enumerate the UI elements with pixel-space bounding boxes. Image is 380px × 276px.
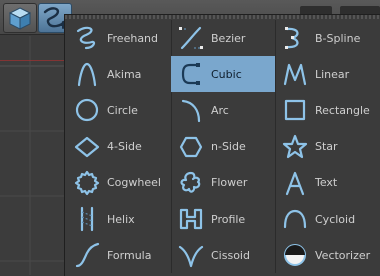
circle-icon xyxy=(71,95,103,125)
menu-item-flower[interactable]: Flower xyxy=(171,165,275,201)
menu-item-arc[interactable]: Arc xyxy=(171,92,275,128)
linear-icon xyxy=(279,59,311,89)
menu-item-cycloid[interactable]: Cycloid xyxy=(275,201,379,237)
menu-item-label: Circle xyxy=(107,103,138,117)
menu-drag-handle[interactable] xyxy=(65,15,380,19)
menu-item-bezier[interactable]: Bezier xyxy=(171,20,275,56)
menu-item-label: Cissoid xyxy=(211,248,250,262)
menu-column-2: Bezier Cubic Arc n-Side Flower Profile C… xyxy=(171,20,276,274)
cogwheel-icon xyxy=(71,168,103,198)
menu-item-star[interactable]: Star xyxy=(275,129,379,165)
bezier-icon xyxy=(175,23,207,53)
menu-item-label: B-Spline xyxy=(315,31,361,45)
menu-item-label: Profile xyxy=(211,212,246,226)
helix-icon xyxy=(71,204,103,234)
menu-item-label: Formula xyxy=(107,248,152,262)
menu-item-label: Star xyxy=(315,140,338,154)
cubic-icon xyxy=(175,59,207,89)
menu-item-linear[interactable]: Linear xyxy=(275,56,379,92)
menu-item-label: Helix xyxy=(107,212,135,226)
cycloid-icon xyxy=(279,204,311,234)
menu-item-label: Cubic xyxy=(211,67,242,81)
profile-icon xyxy=(175,204,207,234)
menu-item-b-spline[interactable]: B-Spline xyxy=(275,20,379,56)
menu-item-circle[interactable]: Circle xyxy=(67,92,171,128)
menu-item-akima[interactable]: Akima xyxy=(67,56,171,92)
flower-icon xyxy=(175,168,207,198)
menu-item-freehand[interactable]: Freehand xyxy=(67,20,171,56)
menu-item-rectangle[interactable]: Rectangle xyxy=(275,92,379,128)
menu-item-cogwheel[interactable]: Cogwheel xyxy=(67,165,171,201)
arc-icon xyxy=(175,95,207,125)
menu-item-helix[interactable]: Helix xyxy=(67,201,171,237)
menu-column-1: Freehand Akima Circle 4-Side Cogwheel He… xyxy=(67,20,172,274)
menu-item-label: Rectangle xyxy=(315,103,370,117)
n-side-icon xyxy=(175,132,207,162)
b-spline-icon xyxy=(279,23,311,53)
cube-tool-button[interactable] xyxy=(3,3,37,33)
menu-item-label: n-Side xyxy=(211,140,246,154)
vectorizer-icon xyxy=(279,240,311,270)
text-icon xyxy=(279,168,311,198)
menu-item-profile[interactable]: Profile xyxy=(171,201,275,237)
menu-item-label: Vectorizer xyxy=(315,248,371,262)
menu-item-label: Bezier xyxy=(211,31,246,45)
menu-item-formula[interactable]: Formula xyxy=(67,237,171,273)
viewport-axis-line xyxy=(0,60,66,61)
formula-icon xyxy=(71,240,103,270)
cissoid-icon xyxy=(175,240,207,270)
spline-palette-menu: Freehand Akima Circle 4-Side Cogwheel He… xyxy=(64,14,380,276)
menu-item-label: Cycloid xyxy=(315,212,356,226)
menu-item-label: Linear xyxy=(315,67,350,81)
akima-icon xyxy=(71,59,103,89)
menu-item-label: Freehand xyxy=(107,31,159,45)
four-side-icon xyxy=(71,132,103,162)
rectangle-icon xyxy=(279,95,311,125)
menu-item-text[interactable]: Text xyxy=(275,165,379,201)
menu-item-vectorizer[interactable]: Vectorizer xyxy=(275,237,379,273)
freehand-icon xyxy=(71,23,103,53)
menu-item-4-side[interactable]: 4-Side xyxy=(67,129,171,165)
menu-item-label: Text xyxy=(315,176,338,190)
menu-item-cissoid[interactable]: Cissoid xyxy=(171,237,275,273)
menu-item-label: Flower xyxy=(211,176,248,190)
menu-item-label: Akima xyxy=(107,67,142,81)
viewport-grid xyxy=(0,36,66,275)
menu-item-label: Arc xyxy=(211,103,229,117)
menu-item-label: Cogwheel xyxy=(107,176,161,190)
star-icon xyxy=(279,132,311,162)
menu-item-label: 4-Side xyxy=(107,140,142,154)
menu-column-3: B-Spline Linear Rectangle Star Text Cycl… xyxy=(275,20,379,273)
menu-item-n-side[interactable]: n-Side xyxy=(171,129,275,165)
menu-item-cubic[interactable]: Cubic xyxy=(171,56,275,93)
cube-icon xyxy=(8,7,32,30)
